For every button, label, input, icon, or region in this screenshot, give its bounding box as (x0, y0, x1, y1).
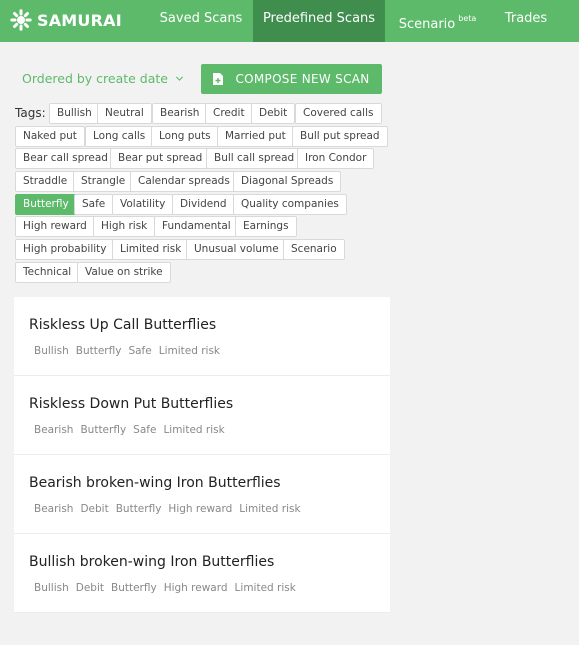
scan-tag: Bullish (34, 582, 69, 594)
document-plus-icon (213, 73, 224, 85)
scan-tag: High reward (163, 582, 228, 594)
order-label: Ordered by create date (22, 71, 168, 86)
scan-tag: Bullish (34, 345, 69, 357)
scan-card-bullish-broken-wing[interactable]: Bullish broken-wing Iron Butterflies Bul… (14, 534, 390, 613)
scan-tag: High reward (168, 503, 233, 515)
scan-card-riskless-up-call[interactable]: Riskless Up Call Butterflies Bullish Butt… (14, 297, 390, 376)
tag-straddle[interactable]: Straddle (15, 171, 76, 192)
tag-bearish[interactable]: Bearish (152, 103, 208, 124)
tag-unusual-volume[interactable]: Unusual volume (186, 239, 287, 260)
scan-tag: Butterfly (75, 345, 122, 357)
scan-tag: Bearish (34, 424, 74, 436)
scan-tag: Safe (133, 424, 157, 436)
tag-limited-risk[interactable]: Limited risk (112, 239, 190, 260)
tag-high-probability[interactable]: High probability (15, 239, 115, 260)
brand-name: SAMURAI (37, 10, 122, 30)
scan-tag: Butterfly (115, 503, 162, 515)
scan-card-riskless-down-put[interactable]: Riskless Down Put Butterflies Bearish But… (14, 376, 390, 455)
tag-volatility[interactable]: Volatility (112, 194, 174, 215)
scan-title: Riskless Up Call Butterflies (29, 317, 217, 333)
tag-strangle[interactable]: Strangle (73, 171, 134, 192)
scan-tag: Debit (75, 582, 104, 594)
tab-saved-scans[interactable]: Saved Scans (152, 0, 250, 42)
tag-scenario[interactable]: Scenario (283, 239, 345, 260)
scan-title: Riskless Down Put Butterflies (29, 396, 234, 412)
tab-trades[interactable]: Trades (494, 0, 558, 42)
tag-fundamental[interactable]: Fundamental (154, 216, 239, 237)
tag-iron-condor[interactable]: Iron Condor (297, 148, 375, 169)
tag-bear-put-spread[interactable]: Bear put spread (110, 148, 211, 169)
scan-tag: Safe (128, 345, 152, 357)
tag-value-on-strike[interactable]: Value on strike (77, 262, 171, 283)
scan-tags: Bearish Butterfly Safe Limited risk (34, 424, 232, 436)
scan-title: Bullish broken-wing Iron Butterflies (29, 554, 275, 570)
compose-new-scan-button[interactable]: COMPOSE NEW SCAN (201, 64, 382, 94)
samurai-logo[interactable]: SAMURAI (10, 8, 122, 32)
scan-tags: Bullish Butterfly Safe Limited risk (34, 345, 227, 357)
scan-tag: Limited risk (163, 424, 225, 436)
tag-bull-call-spread[interactable]: Bull call spread (206, 148, 303, 169)
scan-tag: Butterfly (111, 582, 157, 594)
tag-bear-call-spread[interactable]: Bear call spread (15, 148, 116, 169)
scan-tag: Butterfly (80, 424, 127, 436)
top-navbar: SAMURAI Saved Scans Predefined Scans Sce… (0, 0, 579, 42)
tag-dividend[interactable]: Dividend (172, 194, 235, 215)
scan-tag: Limited risk (158, 345, 220, 357)
tag-debit[interactable]: Debit (251, 103, 296, 124)
tag-diagonal-spreads[interactable]: Diagonal Spreads (233, 171, 342, 192)
tag-high-reward[interactable]: High reward (15, 216, 95, 237)
tag-long-calls[interactable]: Long calls (85, 126, 154, 147)
tag-long-puts[interactable]: Long puts (151, 126, 219, 147)
tag-naked-put[interactable]: Naked put (15, 126, 85, 147)
tag-bull-put-spread[interactable]: Bull put spread (292, 126, 388, 147)
tag-quality-companies[interactable]: Quality companies (233, 194, 347, 215)
tab-scenario-label: Scenario (398, 17, 456, 32)
tab-scenario[interactable]: Scenario beta (385, 0, 490, 42)
scan-tag: Bearish (34, 503, 74, 515)
tag-covered-calls[interactable]: Covered calls (295, 103, 382, 124)
compose-label: COMPOSE NEW SCAN (235, 72, 370, 86)
scan-tag: Limited risk (239, 503, 301, 515)
tag-credit[interactable]: Credit (205, 103, 253, 124)
tag-high-risk[interactable]: High risk (93, 216, 156, 237)
tag-married-put[interactable]: Married put (217, 126, 294, 147)
tag-earnings[interactable]: Earnings (235, 216, 297, 237)
tag-neutral[interactable]: Neutral (97, 103, 152, 124)
tag-bullish[interactable]: Bullish (49, 103, 100, 124)
tag-safe[interactable]: Safe (74, 194, 114, 215)
chevron-down-icon (175, 76, 184, 81)
order-dropdown[interactable]: Ordered by create date (22, 71, 184, 86)
tab-predefined-scans[interactable]: Predefined Scans (253, 0, 385, 42)
tag-calendar-spreads[interactable]: Calendar spreads (130, 171, 238, 192)
scan-tags: Bullish Debit Butterfly High reward Limited … (34, 582, 303, 594)
scan-tag: Debit (80, 503, 109, 515)
tag-technical[interactable]: Technical (15, 262, 80, 283)
scan-card-bearish-broken-wing[interactable]: Bearish broken-wing Iron Butterflies Bea… (14, 455, 390, 534)
scan-tag: Limited risk (234, 582, 296, 594)
beta-badge: beta (458, 14, 477, 23)
scan-tags: Bearish Debit Butterfly High reward Limited … (34, 503, 308, 515)
tags-label: Tags: (15, 106, 46, 120)
scan-title: Bearish broken-wing Iron Butterflies (29, 475, 281, 491)
logo-icon (10, 9, 32, 31)
tag-butterfly[interactable]: Butterfly (15, 194, 77, 215)
